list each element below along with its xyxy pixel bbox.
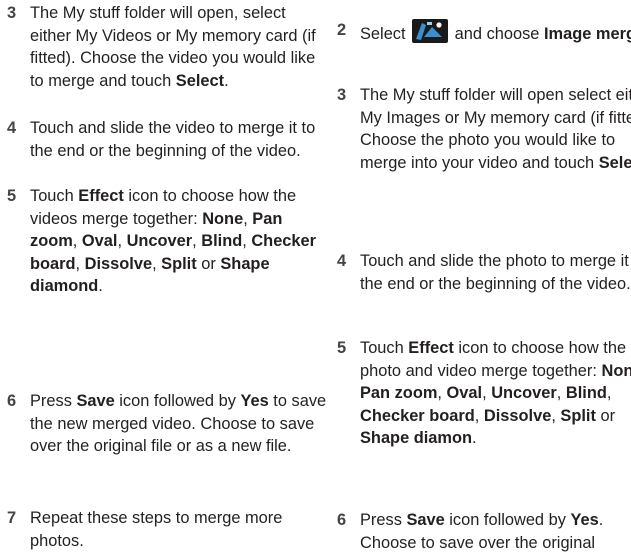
select-keyword: Select bbox=[175, 71, 225, 90]
step-4-right: 4 Touch and slide the photo to merge it … bbox=[330, 250, 631, 295]
step-text: Touch Effect icon to choose how the vide… bbox=[30, 187, 317, 296]
step-3-left: 3 The My stuff folder will open, select … bbox=[0, 2, 330, 92]
step-text: The My stuff folder will open select eit… bbox=[360, 84, 631, 174]
step-7-left: 7 Repeat these steps to merge more photo… bbox=[0, 507, 330, 552]
step-text: The My stuff folder will open, select ei… bbox=[30, 4, 316, 90]
image-merge-keyword: Image merge bbox=[543, 25, 631, 43]
step-number: 3 bbox=[337, 86, 347, 104]
step-2-right: 2 Select and choose Image merge. bbox=[330, 19, 631, 50]
yes-keyword: Yes bbox=[240, 392, 269, 410]
step-5-right: 5 Touch Effect icon to choose how the ph… bbox=[330, 337, 631, 450]
save-keyword: Save bbox=[406, 511, 445, 529]
step-text: Touch Effect icon to choose how the phot… bbox=[360, 339, 631, 448]
select-keyword: Select bbox=[598, 153, 631, 172]
save-keyword: Save bbox=[76, 392, 115, 410]
step-number: 2 bbox=[337, 21, 347, 39]
step-text: Press Save icon followed by Yes to save … bbox=[30, 392, 327, 456]
step-3-right: 3 The My stuff folder will open select e… bbox=[330, 84, 631, 174]
step-number: 3 bbox=[7, 4, 17, 22]
step-number: 4 bbox=[337, 252, 347, 270]
step-text: Press Save icon followed by Yes. Choose … bbox=[360, 511, 604, 552]
step-text: Touch and slide the video to merge it to… bbox=[30, 119, 316, 160]
step-5-left: 5 Touch Effect icon to choose how the vi… bbox=[0, 185, 330, 298]
step-number: 4 bbox=[7, 119, 17, 137]
step-6-right: 6 Press Save icon followed by Yes. Choos… bbox=[330, 509, 631, 554]
step-6-left: 6 Press Save icon followed by Yes to sav… bbox=[0, 390, 330, 458]
step-text: Touch and slide the photo to merge it to… bbox=[360, 252, 631, 293]
step-text: Repeat these steps to merge more photos. bbox=[30, 509, 283, 550]
manual-page: 3 The My stuff folder will open, select … bbox=[0, 0, 631, 552]
yes-keyword: Yes bbox=[570, 511, 599, 529]
step-number: 5 bbox=[7, 187, 17, 205]
effect-keyword: Effect bbox=[78, 187, 124, 205]
effect-keyword: Effect bbox=[408, 339, 454, 357]
step-number: 6 bbox=[337, 511, 347, 529]
step-4-left: 4 Touch and slide the video to merge it … bbox=[0, 117, 330, 162]
step-text: Select and choose Image merge. bbox=[360, 19, 631, 50]
step-number: 6 bbox=[7, 392, 17, 410]
image-merge-tools-icon bbox=[412, 19, 449, 50]
step-number: 7 bbox=[7, 509, 17, 527]
step-number: 5 bbox=[337, 339, 347, 357]
